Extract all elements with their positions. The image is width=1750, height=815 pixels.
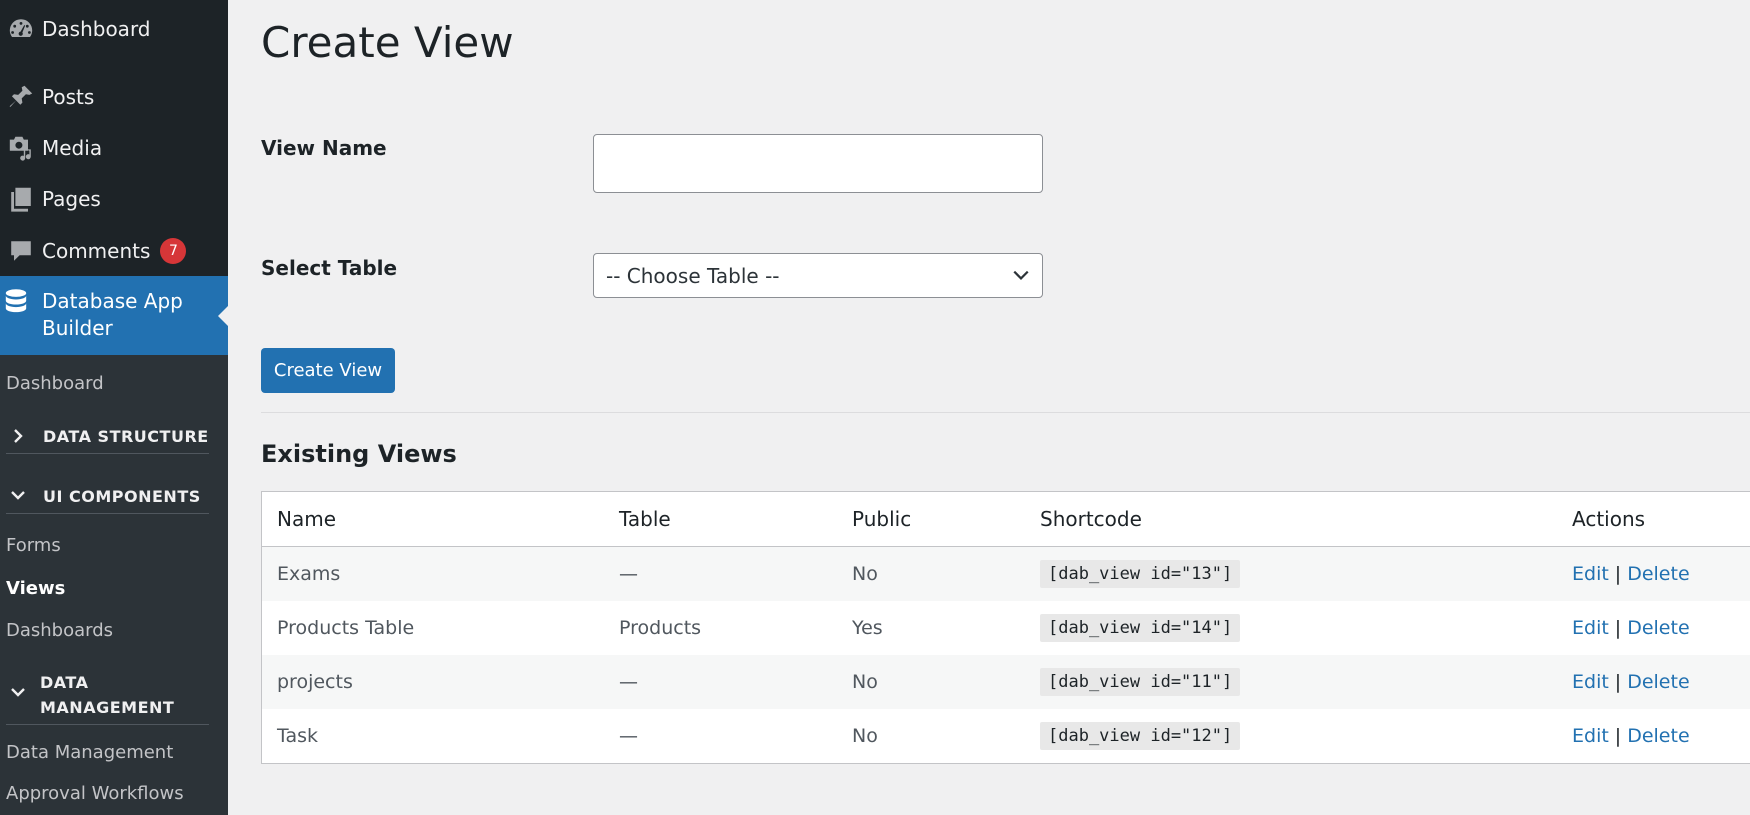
comments-count-badge: 7: [160, 238, 187, 264]
table-row: Task — No [dab_view id="12"] Edit | Delete: [262, 709, 1750, 763]
submenu-forms-link[interactable]: Forms: [6, 535, 61, 556]
admin-sidebar: Dashboard Posts Media Pages Comments 7 D…: [0, 0, 228, 815]
section-toggle-data-management[interactable]: DATA MANAGEMENT: [6, 670, 209, 725]
row-table: —: [619, 563, 638, 585]
row-shortcode: [dab_view id="12"]: [1040, 709, 1241, 763]
sidebar-item-label: Media: [42, 136, 103, 160]
section-title: DATA STRUCTURE: [43, 427, 209, 446]
app: Dashboard Posts Media Pages Comments 7 D…: [0, 0, 1750, 815]
row-name: Exams: [277, 563, 341, 585]
table-select-value: -- Choose Table --: [606, 263, 780, 288]
sidebar-item-label: Posts: [42, 85, 95, 109]
row-public: No: [852, 563, 878, 585]
table-row: Products Table Products Yes [dab_view id…: [262, 601, 1750, 655]
main-content: Create View View Name Select Table -- Ch…: [228, 0, 1750, 815]
chevron-down-icon: [10, 684, 30, 704]
submenu-approval-workflows-link[interactable]: Approval Workflows: [6, 783, 184, 804]
edit-link[interactable]: Edit: [1572, 671, 1609, 693]
delete-link[interactable]: Delete: [1627, 563, 1689, 585]
row-name: Task: [277, 725, 319, 747]
row-public: No: [852, 671, 878, 693]
chevron-right-icon: [10, 424, 30, 448]
section-toggle-data-structure[interactable]: DATA STRUCTURE: [6, 424, 209, 454]
table-row: Exams — No [dab_view id="13"] Edit | Delet…: [262, 547, 1750, 601]
sidebar-item-database-app-builder[interactable]: Database App Builder: [0, 276, 228, 355]
submenu-dashboard-link[interactable]: Dashboard: [6, 373, 104, 394]
row-actions: Edit | Delete: [1572, 709, 1690, 763]
chevron-down-icon: [10, 484, 30, 507]
column-header-actions: Actions: [1572, 507, 1646, 531]
pages-icon: [0, 185, 42, 213]
sidebar-item-label: Dashboard: [42, 17, 151, 41]
existing-views-heading: Existing Views: [261, 440, 457, 468]
row-public: No: [852, 725, 878, 747]
pin-icon: [0, 83, 42, 111]
row-table: Products: [619, 617, 702, 639]
section-toggle-ui-components[interactable]: UI COMPONENTS: [6, 484, 209, 514]
sidebar-item-label: Pages: [42, 187, 101, 211]
delete-link[interactable]: Delete: [1627, 617, 1689, 639]
table-row: projects — No [dab_view id="11"] Edit | De…: [262, 655, 1750, 709]
chevron-down-icon: [1013, 270, 1029, 280]
sidebar-item-comments[interactable]: Comments 7: [0, 232, 228, 270]
column-header-table: Table: [619, 507, 671, 531]
plugin-submenu: Dashboard DATA STRUCTURE UI COMPONENTS F…: [0, 355, 228, 815]
view-name-input[interactable]: [593, 134, 1043, 193]
row-actions: Edit | Delete: [1572, 655, 1690, 709]
row-table: —: [619, 725, 638, 747]
section-title: UI COMPONENTS: [43, 487, 201, 506]
column-header-name: Name: [277, 507, 337, 531]
database-icon: [0, 288, 32, 316]
shortcode-value: [dab_view id="11"]: [1040, 668, 1241, 696]
row-public: Yes: [852, 617, 883, 639]
shortcode-value: [dab_view id="12"]: [1040, 722, 1241, 750]
edit-link[interactable]: Edit: [1572, 725, 1609, 747]
view-name-label: View Name: [261, 136, 387, 160]
submenu-dashboards-link[interactable]: Dashboards: [6, 620, 113, 641]
edit-link[interactable]: Edit: [1572, 563, 1609, 585]
shortcode-value: [dab_view id="13"]: [1040, 560, 1241, 588]
sidebar-item-label: Comments: [42, 239, 151, 263]
action-separator: |: [1614, 725, 1622, 747]
column-header-public: Public: [852, 507, 912, 531]
row-shortcode: [dab_view id="11"]: [1040, 655, 1241, 709]
sidebar-item-posts[interactable]: Posts: [0, 78, 228, 116]
row-actions: Edit | Delete: [1572, 547, 1690, 601]
row-shortcode: [dab_view id="14"]: [1040, 601, 1241, 655]
row-name: projects: [277, 671, 353, 693]
sidebar-item-dashboard[interactable]: Dashboard: [0, 10, 228, 48]
delete-link[interactable]: Delete: [1627, 725, 1689, 747]
section-title: DATA MANAGEMENT: [40, 673, 175, 717]
sidebar-item-pages[interactable]: Pages: [0, 180, 228, 218]
submenu-data-management-link[interactable]: Data Management: [6, 742, 173, 763]
edit-link[interactable]: Edit: [1572, 617, 1609, 639]
row-table: —: [619, 671, 638, 693]
delete-link[interactable]: Delete: [1627, 671, 1689, 693]
media-icon: [0, 134, 42, 162]
create-view-button[interactable]: Create View: [261, 348, 395, 393]
sidebar-item-media[interactable]: Media: [0, 129, 228, 167]
active-indicator-arrow: [218, 306, 228, 326]
submenu-views-link[interactable]: Views: [6, 578, 65, 599]
table-header-row: Name Table Public Shortcode Actions: [262, 492, 1750, 547]
section-divider: [261, 412, 1750, 413]
page-title: Create View: [261, 18, 514, 67]
comment-icon: [0, 237, 42, 265]
select-table-label: Select Table: [261, 256, 398, 280]
action-separator: |: [1614, 563, 1622, 585]
sidebar-item-label: Database App Builder: [42, 289, 183, 340]
dashboard-icon: [0, 15, 42, 43]
row-actions: Edit | Delete: [1572, 601, 1690, 655]
row-name: Products Table: [277, 617, 415, 639]
table-select[interactable]: -- Choose Table --: [593, 253, 1043, 298]
row-shortcode: [dab_view id="13"]: [1040, 547, 1241, 601]
existing-views-table: Name Table Public Shortcode Actions Exam…: [261, 491, 1750, 764]
action-separator: |: [1614, 671, 1622, 693]
shortcode-value: [dab_view id="14"]: [1040, 614, 1241, 642]
column-header-shortcode: Shortcode: [1040, 507, 1142, 531]
action-separator: |: [1614, 617, 1622, 639]
